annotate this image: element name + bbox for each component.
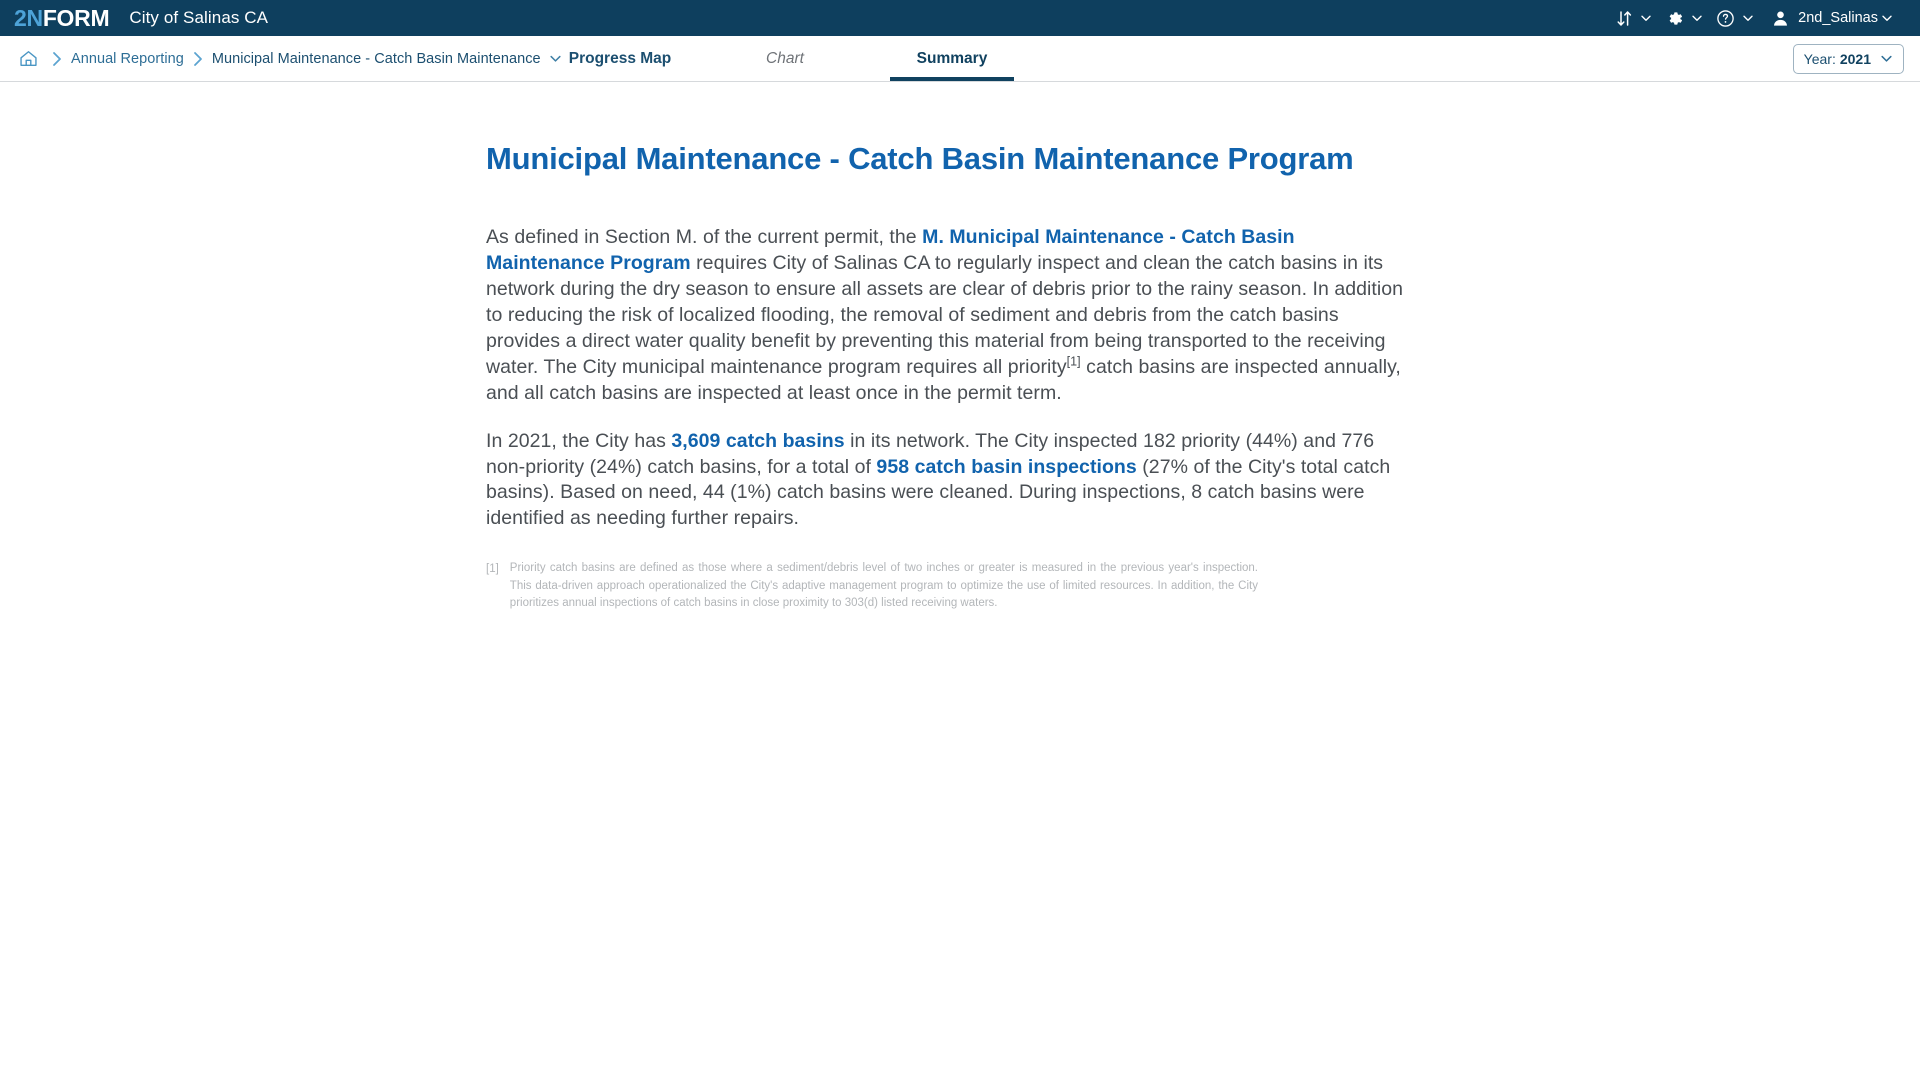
breadcrumb-item-current[interactable]: Municipal Maintenance - Catch Basin Main… — [212, 51, 541, 67]
user-dropdown-caret-icon[interactable] — [1878, 12, 1902, 24]
para2-text-1: In 2021, the City has — [486, 429, 672, 452]
help-dropdown-caret-icon[interactable] — [1739, 12, 1763, 24]
year-selector[interactable]: Year: 2021 — [1792, 43, 1904, 74]
tab-summary[interactable]: Summary — [890, 36, 1014, 81]
footnote-text: Priority catch basins are defined as tho… — [509, 562, 1258, 609]
footnote-reference[interactable]: [1] — [1067, 354, 1081, 368]
sort-dropdown-caret-icon[interactable] — [1637, 12, 1661, 24]
navigation-bar: Annual Reporting Municipal Maintenance -… — [0, 36, 1920, 82]
chevron-right-icon — [184, 50, 212, 68]
home-icon[interactable] — [14, 48, 43, 69]
main-content: Municipal Maintenance - Catch Basin Main… — [0, 82, 1920, 612]
user-avatar-icon — [1771, 9, 1790, 28]
stat-inspections[interactable]: 958 catch basin inspections — [876, 456, 1136, 478]
breadcrumb: Annual Reporting Municipal Maintenance -… — [0, 36, 568, 81]
summary-document: Municipal Maintenance - Catch Basin Main… — [486, 140, 1416, 612]
chevron-down-icon — [1880, 52, 1893, 65]
user-menu[interactable]: 2nd_Salinas — [1763, 9, 1878, 28]
year-selector-label: Year: — [1803, 50, 1836, 67]
tab-bar: Progress Map Chart Summary — [560, 36, 1014, 81]
page-title: Municipal Maintenance - Catch Basin Main… — [486, 141, 1354, 176]
footnote: [1] Priority catch basins are defined as… — [486, 560, 1258, 612]
para1-text-1: As defined in Section M. of the current … — [486, 226, 923, 249]
sort-arrows-icon[interactable] — [1612, 0, 1637, 36]
app-header: 2N FORM City of Salinas CA 2nd_Salinas — [0, 0, 1920, 36]
gear-icon[interactable] — [1661, 0, 1688, 36]
stat-catch-basins[interactable]: 3,609 catch basins — [671, 430, 844, 452]
help-circle-icon[interactable] — [1712, 0, 1739, 36]
settings-dropdown-caret-icon[interactable] — [1688, 12, 1712, 24]
breadcrumb-item-annual-reporting[interactable]: Annual Reporting — [71, 51, 184, 67]
paragraph-program-description: As defined in Section M. of the current … — [486, 225, 1416, 406]
chevron-right-icon — [43, 50, 71, 68]
paragraph-statistics: In 2021, the City has 3,609 catch basins… — [486, 429, 1416, 533]
user-name-label: 2nd_Salinas — [1798, 10, 1878, 26]
logo-text-secondary: FORM — [42, 4, 110, 31]
tab-chart[interactable]: Chart — [740, 36, 830, 81]
organization-name: City of Salinas CA — [129, 8, 269, 27]
year-selector-value: 2021 — [1839, 50, 1871, 67]
app-logo[interactable]: 2N FORM — [14, 4, 110, 31]
logo-text-primary: 2N — [14, 4, 43, 31]
footnote-marker: [1] — [486, 563, 499, 576]
header-actions: 2nd_Salinas — [1612, 0, 1902, 36]
tab-progress-map[interactable]: Progress Map — [560, 36, 680, 81]
